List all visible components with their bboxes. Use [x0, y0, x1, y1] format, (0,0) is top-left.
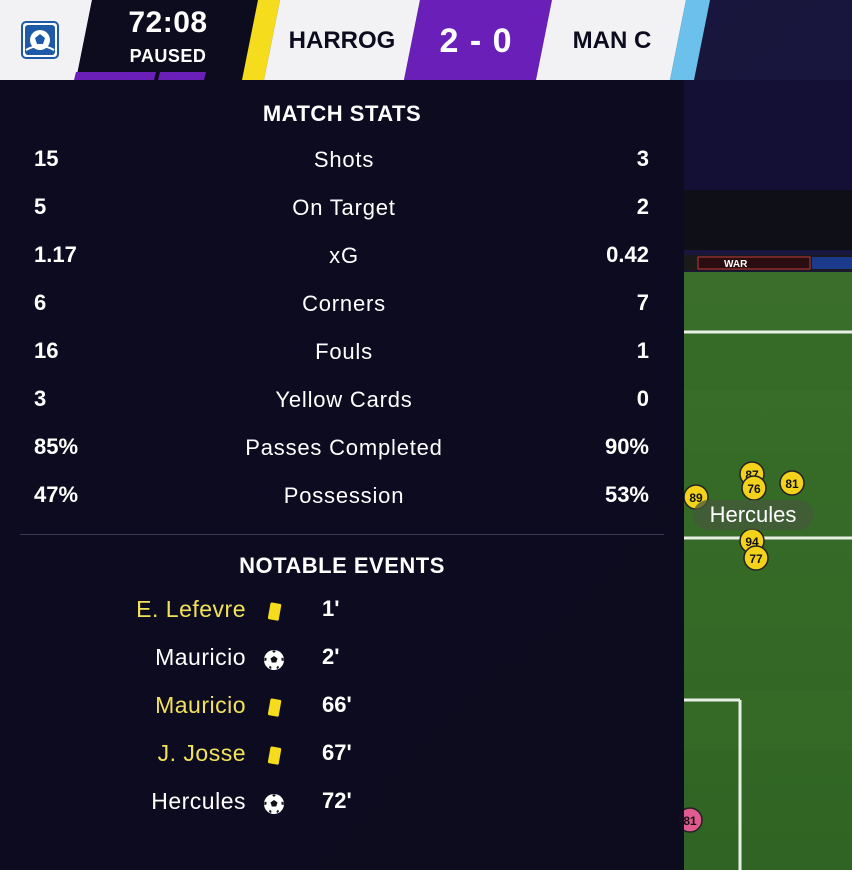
player-number: 81: [683, 814, 697, 828]
stat-row-passes-completed: 85% Passes Completed 90%: [0, 434, 684, 468]
player-number: 81: [785, 477, 799, 491]
stat-away-value: 7: [636, 290, 649, 315]
event-minute: 67': [322, 740, 352, 765]
stat-away-value: 53%: [604, 482, 649, 507]
goal-ball-icon: [264, 794, 284, 814]
stat-away-value: 0: [636, 386, 649, 411]
match-stats-title: MATCH STATS: [262, 101, 422, 126]
notable-events-title: NOTABLE EVENTS: [239, 553, 445, 578]
away-team-name: MAN C: [572, 27, 652, 54]
stat-label: Yellow Cards: [275, 387, 413, 412]
player-number: 77: [749, 552, 763, 566]
stat-row-yellow-cards: 3 Yellow Cards 0: [0, 386, 684, 420]
stat-home-value: 1.17: [34, 242, 77, 267]
stat-row-shots: 15 Shots 3: [0, 146, 684, 180]
event-player-name: Mauricio: [155, 692, 246, 718]
yellow-card-icon: [267, 746, 282, 765]
match-clock: 72:08: [128, 6, 208, 39]
event-player-name: J. Josse: [157, 740, 246, 766]
goal-ball-icon: [264, 650, 284, 670]
stat-home-value: 85%: [34, 434, 79, 459]
match-state[interactable]: PAUSED: [78, 46, 258, 67]
stat-away-value: 0.42: [606, 242, 649, 267]
section-divider: [20, 534, 664, 535]
stat-home-value: 47%: [34, 482, 79, 507]
home-team-name: HARROG: [288, 27, 396, 54]
event-row: E. Lefevre 1': [0, 596, 684, 630]
yellow-card-icon: [267, 698, 282, 717]
stat-row-on-target: 5 On Target 2: [0, 194, 684, 228]
event-player-name: Mauricio: [155, 644, 246, 670]
event-minute: 72': [322, 788, 352, 813]
yellow-card-icon: [267, 602, 282, 621]
stat-away-value: 1: [636, 338, 649, 363]
club-crest-icon[interactable]: [20, 20, 60, 60]
stat-label: Possession: [283, 483, 405, 508]
stat-label: Corners: [302, 291, 386, 316]
event-row: Hercules 72': [0, 788, 684, 822]
stat-row-xg: 1.17 xG 0.42: [0, 242, 684, 276]
event-minute: 1': [322, 596, 340, 621]
stat-row-corners: 6 Corners 7: [0, 290, 684, 324]
stat-home-value: 5: [34, 194, 47, 219]
player-tooltip: Hercules: [693, 500, 813, 530]
stat-label: On Target: [292, 195, 396, 220]
stat-row-fouls: 16 Fouls 1: [0, 338, 684, 372]
event-row: Mauricio 66': [0, 692, 684, 726]
player-number: 76: [747, 482, 761, 496]
stat-home-value: 6: [34, 290, 47, 315]
stat-label: Passes Completed: [245, 435, 443, 460]
event-row: J. Josse 67': [0, 740, 684, 774]
stat-label: Fouls: [315, 339, 373, 364]
stat-home-value: 16: [34, 338, 59, 363]
scoreboard-bar: 72:08 PAUSED HARROG 2 - 0 MAN C: [0, 0, 852, 80]
stat-row-possession: 47% Possession 53%: [0, 482, 684, 516]
event-minute: 66': [322, 692, 352, 717]
match-score: 2 - 0: [439, 22, 513, 60]
event-row: Mauricio 2': [0, 644, 684, 678]
stat-label: xG: [329, 243, 359, 268]
stat-home-value: 15: [34, 146, 59, 171]
event-player-name: Hercules: [151, 788, 246, 814]
event-minute: 2': [322, 644, 340, 669]
ad-board-text: WAR: [724, 259, 748, 270]
stat-away-value: 90%: [604, 434, 649, 459]
stat-label: Shots: [313, 147, 375, 172]
stat-away-value: 3: [636, 146, 649, 171]
stat-home-value: 3: [34, 386, 47, 411]
event-player-name: E. Lefevre: [136, 596, 246, 622]
stat-away-value: 2: [636, 194, 649, 219]
